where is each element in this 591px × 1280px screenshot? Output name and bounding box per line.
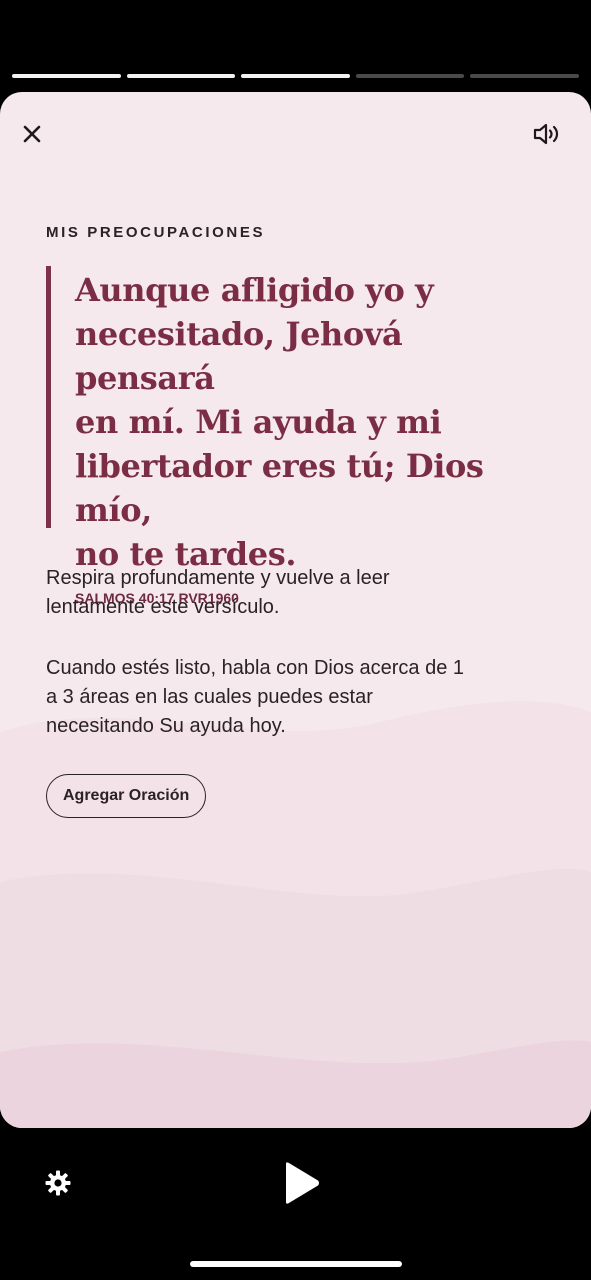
close-icon	[23, 125, 41, 143]
verse-line: Aunque afligido yo y	[75, 271, 434, 309]
verse-line: necesitado, Jehová pensará	[75, 315, 403, 397]
verse-text: Aunque afligido yo y necesitado, Jehová …	[75, 268, 546, 576]
paragraph-line: lentamente este versículo.	[46, 596, 280, 618]
settings-button[interactable]	[42, 1167, 74, 1199]
gear-icon	[45, 1170, 71, 1196]
verse-line: en mí. Mi ayuda y mi	[75, 403, 442, 441]
paragraph-line: a 3 áreas en las cuales puedes estar	[46, 686, 373, 708]
paragraph-line: Cuando estés listo, habla con Dios acerc…	[46, 657, 465, 679]
story-progress	[12, 74, 579, 79]
play-icon	[286, 1162, 319, 1204]
prayer-prompt-paragraph: Cuando estés listo, habla con Dios acerc…	[46, 654, 546, 741]
paragraph-line: necesitando Su ayuda hoy.	[46, 715, 286, 737]
paragraph-line: Respira profundamente y vuelve a leer	[46, 567, 390, 589]
guided-prayer-card: MIS PREOCUPACIONES Aunque afligido yo y …	[0, 92, 591, 1128]
home-indicator[interactable]	[190, 1261, 402, 1267]
progress-segment	[241, 74, 350, 78]
speaker-icon	[533, 123, 559, 145]
verse-line: libertador eres tú; Dios mío,	[75, 447, 484, 529]
instruction-paragraph: Respira profundamente y vuelve a leer le…	[46, 564, 546, 622]
progress-segment	[470, 74, 579, 78]
add-prayer-button[interactable]: Agregar Oración	[46, 774, 207, 818]
progress-segment	[126, 74, 236, 78]
progress-segment	[355, 74, 465, 78]
play-button[interactable]	[278, 1158, 324, 1208]
sound-toggle-button[interactable]	[529, 118, 565, 150]
progress-segment	[12, 74, 121, 78]
close-button[interactable]	[16, 118, 48, 150]
section-label: MIS PREOCUPACIONES	[46, 224, 266, 241]
verse-quote: Aunque afligido yo y necesitado, Jehová …	[46, 266, 546, 606]
